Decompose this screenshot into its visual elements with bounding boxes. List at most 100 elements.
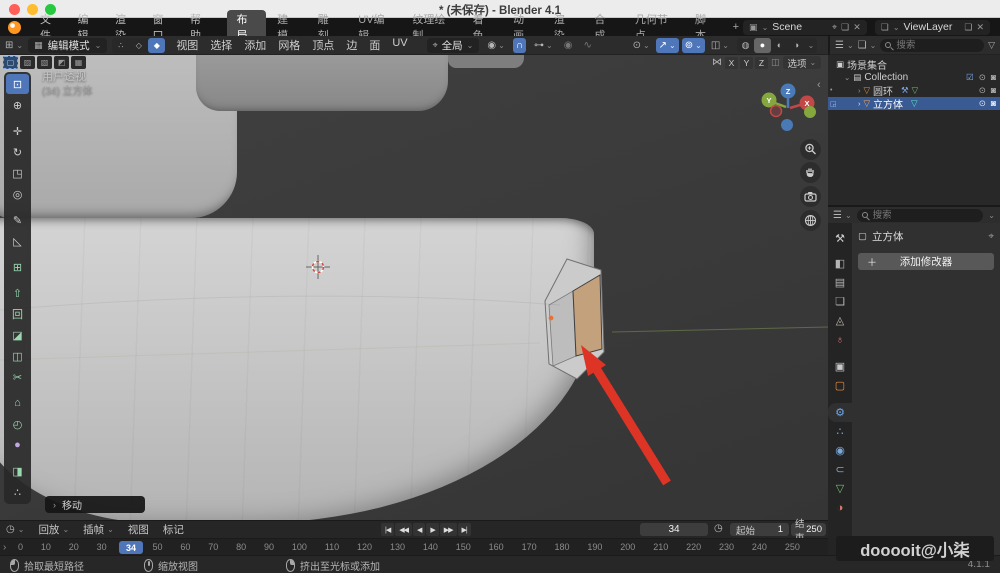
snap-base-icon[interactable]: ◫ [771,57,780,68]
expand-icon[interactable]: › [858,99,861,108]
properties-search-input[interactable] [857,209,984,222]
outliner-row-scene-collection[interactable]: ▣ 场景集合 [828,58,1000,71]
camera-visibility-icon[interactable]: ◙ [991,72,996,83]
properties-tab-material[interactable]: ◑ [828,498,852,517]
playback-next-keyframe[interactable]: ▶▶ [440,523,457,536]
viewport-menu[interactable]: 网格 [272,35,306,55]
properties-tab-collection[interactable]: ▣ [828,357,852,376]
outliner-row-collection[interactable]: ⌄ ▤ Collection ☑ ⊙ ◙ [828,71,1000,84]
close-icon[interactable]: ✕ [976,22,984,33]
tool-bevel[interactable]: ◪ [6,325,29,345]
viewport-menu[interactable]: 面 [363,35,386,55]
outliner-search-input[interactable] [880,39,984,52]
properties-tab-physics[interactable]: ◉ [828,441,852,460]
mirror-axis-button[interactable]: Z [755,57,768,69]
viewport-menu[interactable]: UV [386,35,413,55]
tool-add-cube[interactable]: ⊞ [6,257,29,277]
properties-tab-render[interactable]: ◧ [828,254,852,273]
viewlayer-selector[interactable]: ❏ ⌄ ViewLayer ❏ ✕ [875,20,990,35]
timeline-menu[interactable]: 插帧⌄ [77,522,120,537]
pan-view-hand-button[interactable] [800,162,821,183]
select-mode-face[interactable]: ◆ [148,38,165,53]
chevron-down-icon[interactable]: ⌄ [988,211,995,220]
eye-icon[interactable]: ⊙ [979,72,986,83]
outliner-row-cube[interactable]: ◲ › ▽ 立方体 ▽ ⊙ ◙ [828,97,1000,110]
shading-rendered-button[interactable]: ◑ [788,38,805,53]
tool-knife[interactable]: ✂ [6,367,29,387]
pivot-point-dropdown[interactable]: ◉⌄ [484,38,507,53]
select-set-icon[interactable]: ▢ [3,56,18,69]
timeline-menu[interactable]: 视图⌄ [122,522,155,537]
shading-solid-button[interactable]: ● [754,38,771,53]
add-modifier-button[interactable]: ＋ 添加修改器 [858,253,994,270]
3d-viewport[interactable]: ▢ ▨ ▧ ◩ ▦ ⊡⊕✛↻◳◎✎◺⊞⇧回◪◫✂⌂◴●◨∴ 用户透视 (34) … [0,55,828,520]
outliner-display-mode-button[interactable]: ❏⌄ [858,40,877,51]
orthographic-toggle-button[interactable] [800,210,821,231]
properties-tab-world[interactable]: ♁ [828,330,852,349]
mirror-axis-button[interactable]: Y [740,57,753,69]
tool-annotate[interactable]: ✎ [6,210,29,230]
collapse-icon[interactable]: ⌄ [844,73,850,82]
tool-poly-build[interactable]: ⌂ [6,393,29,413]
tool-inset-faces[interactable]: 回 [6,304,29,324]
pin-icon[interactable]: ⌖ [832,22,837,33]
tool-move[interactable]: ✛ [6,121,29,141]
frame-end-field[interactable]: 结束 250 [791,523,826,536]
timeline-editor-type-button[interactable]: ◷⌄ [6,524,24,535]
properties-tab-tool[interactable]: ⚒ [828,229,852,248]
tool-scale[interactable]: ◳ [6,163,29,183]
snap-target-dropdown[interactable]: ⊶⌄ [531,38,556,53]
timeline-ruler[interactable]: › 01020304050607080901001101201301401501… [0,538,828,555]
shading-dropdown[interactable]: ⌄ [805,38,817,53]
frame-start-field[interactable]: 起始 1 [730,523,789,536]
scene-selector[interactable]: ▣ ⌄ Scene ⌖ ❏ ✕ [743,20,867,35]
eye-icon[interactable]: ⊙ [979,98,986,109]
blender-logo-icon[interactable] [8,21,21,34]
camera-visibility-icon[interactable]: ◙ [991,98,996,109]
outliner-filter-mode-button[interactable]: ☰⌄ [835,40,854,51]
tool-rip-region[interactable]: ∴ [6,482,29,502]
properties-tab-view-layer[interactable]: ❏ [828,292,852,311]
options-dropdown[interactable]: 选项 ⌄ [783,56,822,69]
visibility-dropdown[interactable]: ⊙⌄ [630,38,653,53]
shading-material-button[interactable]: ◐ [771,38,788,53]
timeline-menu[interactable]: 回放⌄ [32,522,75,537]
properties-tab-data[interactable]: ▽ [828,479,852,498]
copy-icon[interactable]: ❏ [964,22,972,33]
tool-smooth[interactable]: ● [6,435,29,455]
snap-toggle[interactable]: ∩ [513,38,526,53]
tool-measure[interactable]: ◺ [6,231,29,251]
playback-play-reverse[interactable]: ◀ [413,523,425,536]
playback-jump-end[interactable]: ▶| [458,523,471,536]
navigation-gizmo[interactable]: Z Y X [756,81,820,145]
camera-view-button[interactable] [800,186,821,207]
close-icon[interactable]: ✕ [853,22,861,33]
current-frame-field[interactable]: 34 [640,523,708,536]
copy-icon[interactable]: ❏ [841,22,849,33]
pin-icon[interactable]: ⌖ [988,231,994,242]
proportional-falloff-dropdown[interactable]: ∿ [580,38,594,53]
proportional-edit-toggle[interactable]: ◉ [561,38,576,53]
tool-select-box[interactable]: ⊡ [6,74,29,94]
checkbox-icon[interactable]: ☑ [966,72,974,83]
extruded-cube[interactable] [540,253,624,385]
viewport-menu[interactable]: 边 [340,35,363,55]
transform-orientation-dropdown[interactable]: ⌖ 全局 ⌄ [427,38,480,53]
tool-spin[interactable]: ◴ [6,414,29,434]
playhead[interactable]: 34 [119,541,143,554]
playback-jump-start[interactable]: |◀ [381,523,394,536]
gizmos-toggle[interactable]: ↗⌄ [656,38,679,53]
eye-icon[interactable]: ⊙ [979,85,986,96]
add-workspace-button[interactable]: + [729,21,743,33]
mode-dropdown[interactable]: ▦ 编辑模式 ⌄ [28,38,107,53]
operator-panel[interactable]: › 移动 [45,496,145,513]
xray-toggle[interactable]: ◫⌄ [708,38,732,53]
properties-tab-scene[interactable]: ◬ [828,311,852,330]
select-mode-edge[interactable]: ◇ [130,38,147,53]
tool-transform[interactable]: ◎ [6,184,29,204]
viewport-menu[interactable]: 添加 [238,35,272,55]
select-mode-vertex[interactable]: ∴ [112,38,129,53]
properties-tab-modifier[interactable]: ⚙ [828,403,852,422]
select-extend-icon[interactable]: ▨ [20,56,35,69]
tool-rotate[interactable]: ↻ [6,142,29,162]
